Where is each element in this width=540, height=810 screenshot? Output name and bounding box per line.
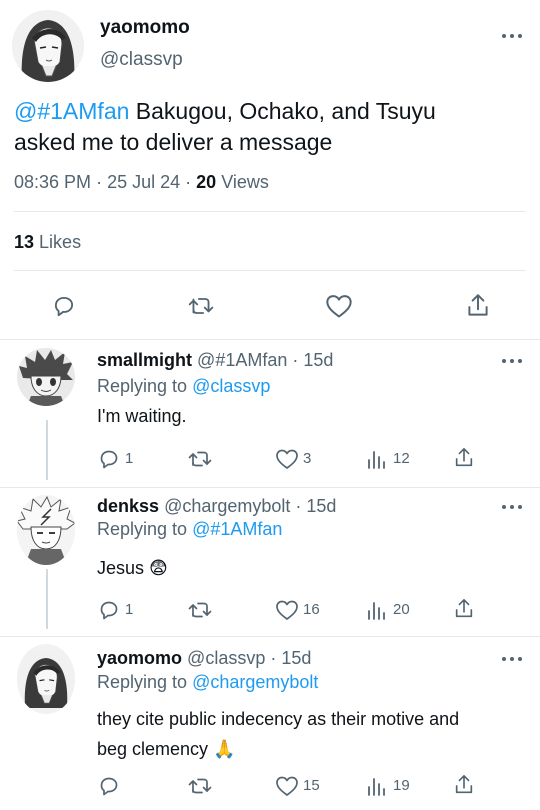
divider (14, 211, 526, 212)
retweet-icon[interactable] (187, 447, 213, 471)
views-count: 20 (393, 601, 410, 618)
like-count: 3 (303, 450, 312, 467)
reply-icon[interactable] (51, 293, 77, 319)
avatar-yaomomo[interactable] (17, 644, 75, 714)
reply-meta: @chargemybolt · 15d (164, 496, 337, 516)
retweet-icon[interactable] (187, 293, 215, 319)
reply-header: yaomomo @classvp · 15d (97, 648, 311, 669)
mention-link[interactable]: @#1AMfan (14, 98, 129, 124)
views-icon[interactable] (366, 448, 388, 470)
like-icon[interactable] (325, 293, 353, 319)
retweet-icon[interactable] (187, 774, 213, 798)
thread-line (46, 569, 48, 629)
meta-separator: · (185, 172, 192, 192)
like-count: 16 (303, 601, 320, 618)
likes-count: 13 (14, 232, 35, 252)
reply-header: smallmight @#1AMfan · 15d (97, 350, 333, 371)
more-icon[interactable] (500, 355, 524, 367)
retweet-icon[interactable] (187, 598, 213, 622)
avatar-yaomomo[interactable] (12, 10, 84, 82)
views-count: 12 (393, 450, 410, 467)
reply-text-line2: beg clemency 🙏 (97, 739, 236, 759)
meta-separator: · (96, 172, 103, 192)
reply-count: 1 (125, 601, 134, 618)
replying-to-label: Replying to (97, 672, 193, 692)
views-label: Views (221, 172, 269, 192)
share-icon[interactable] (465, 292, 491, 320)
reply-meta: @classvp · 15d (187, 648, 312, 668)
share-icon[interactable] (453, 773, 475, 797)
replying-to: Replying to @chargemybolt (97, 672, 318, 693)
tweet-meta: 08:36 PM · 25 Jul 24 · 20 Views (14, 172, 269, 193)
reply-author-name[interactable]: smallmight (97, 350, 192, 370)
reply-icon[interactable] (97, 774, 121, 798)
like-icon[interactable] (274, 775, 300, 797)
reply-count: 1 (125, 450, 134, 467)
reply-header: denkss @chargemybolt · 15d (97, 496, 336, 517)
share-icon[interactable] (453, 597, 475, 621)
reply-author-name[interactable]: denkss (97, 496, 159, 516)
tweet-text-line1: Bakugou, Ochako, and Tsuyu (129, 98, 436, 124)
tweet-text-line2: asked me to deliver a message (14, 129, 333, 155)
author-name[interactable]: yaomomo (100, 17, 190, 39)
divider (14, 270, 526, 271)
like-icon[interactable] (274, 599, 300, 621)
reply-meta: @#1AMfan · 15d (197, 350, 334, 370)
reply-text: I'm waiting. (97, 406, 187, 426)
reply-text: Jesus 😨 (97, 558, 168, 578)
replying-to: Replying to @classvp (97, 376, 270, 397)
like-count: 15 (303, 777, 320, 794)
reply-text: they cite public indecency as their moti… (97, 704, 527, 764)
divider (0, 487, 540, 488)
tweet-text: @#1AMfan Bakugou, Ochako, and Tsuyu aske… (14, 96, 524, 158)
reply-author-name[interactable]: yaomomo (97, 648, 182, 668)
more-icon[interactable] (500, 653, 524, 665)
avatar-denkss[interactable] (17, 495, 75, 565)
reply-icon[interactable] (97, 447, 121, 471)
thread-line (46, 420, 48, 480)
reply-text-line1: they cite public indecency as their moti… (97, 709, 460, 729)
tweet-time[interactable]: 08:36 PM (14, 172, 91, 192)
views-icon[interactable] (366, 775, 388, 797)
replying-to-label: Replying to (97, 376, 193, 396)
divider (0, 339, 540, 340)
likes-summary[interactable]: 13 Likes (14, 232, 81, 253)
replying-to-label: Replying to (97, 519, 193, 539)
replying-to-link[interactable]: @chargemybolt (192, 672, 318, 692)
replying-to-link[interactable]: @#1AMfan (192, 519, 282, 539)
divider (0, 636, 540, 637)
replying-to-link[interactable]: @classvp (192, 376, 270, 396)
views-icon[interactable] (366, 599, 388, 621)
share-icon[interactable] (453, 446, 475, 470)
more-icon[interactable] (500, 501, 524, 513)
author-handle[interactable]: @classvp (100, 49, 183, 71)
likes-label: Likes (39, 232, 82, 252)
reply-icon[interactable] (97, 598, 121, 622)
replying-to: Replying to @#1AMfan (97, 519, 282, 540)
avatar-smallmight[interactable] (17, 348, 75, 406)
more-icon[interactable] (500, 30, 524, 42)
tweet-date[interactable]: 25 Jul 24 (107, 172, 180, 192)
like-icon[interactable] (274, 448, 300, 470)
views-count: 19 (393, 777, 410, 794)
views-count: 20 (196, 172, 217, 192)
